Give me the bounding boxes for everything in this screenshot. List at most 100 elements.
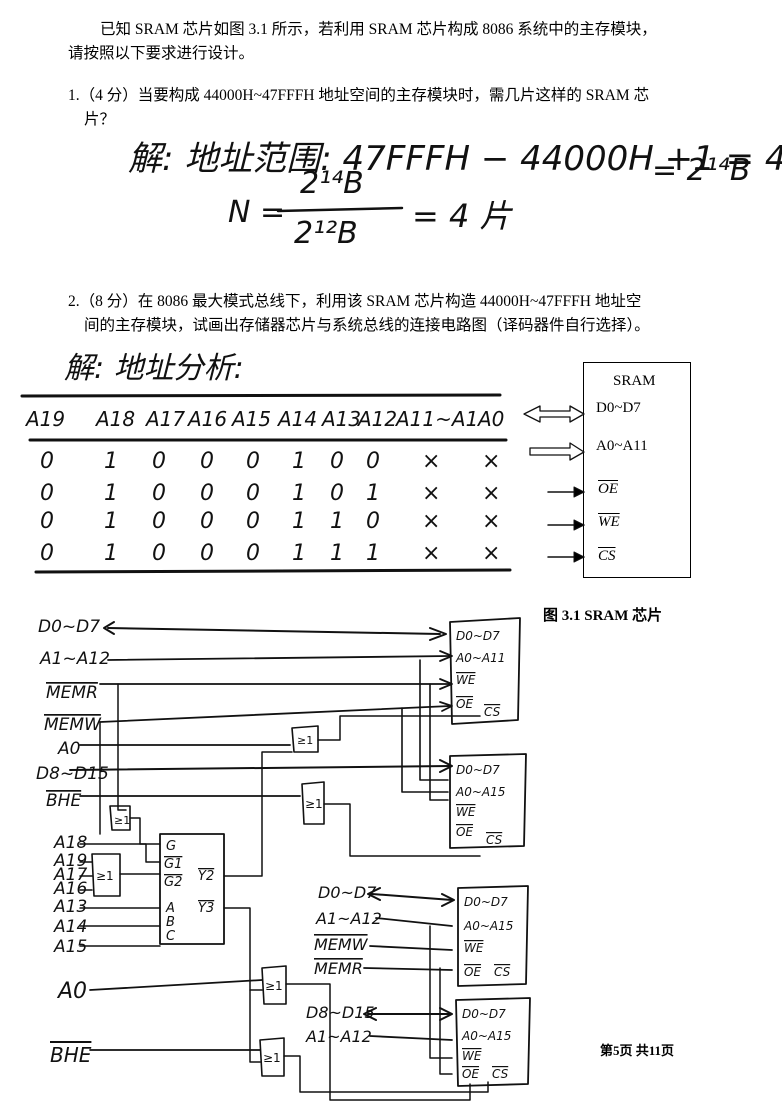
table-cell: ×	[482, 541, 500, 566]
table-cell: 1	[292, 541, 306, 566]
table-cell: 0	[40, 509, 54, 534]
table-header-cell: A17	[144, 407, 185, 431]
chip4-pin-labels: D0~D7 A0~A15 WE OE CS	[461, 1007, 511, 1081]
table-header-cell: A13	[320, 407, 361, 431]
chip3-pin-address: A0~A15	[463, 919, 513, 933]
lower-label-a1-a12-2: A1~A12	[305, 1027, 372, 1046]
decoder-pin-g2: G2	[164, 875, 182, 890]
chip1-pin-labels: D0~D7 A0~A11 WE OE CS	[455, 629, 505, 719]
table-cell: 0	[330, 481, 344, 506]
chip1-pin-cs: CS	[484, 705, 501, 719]
chip2-pin-we: WE	[456, 805, 476, 819]
chip3-pin-we: WE	[464, 941, 484, 955]
chip4-pin-cs: CS	[492, 1067, 509, 1081]
lower-bus-labels: D0~D7 A1~A12 MEMW MEMR D8~D15 A1~A12	[305, 883, 382, 1046]
table-cell: 1	[104, 449, 118, 474]
decoder-pin-y2: Y2	[198, 869, 214, 884]
q2-answer-heading: 解: 地址分析:	[64, 351, 244, 386]
chip4-pin-address: A0~A15	[461, 1029, 511, 1043]
table-cell: 1	[292, 481, 306, 506]
table-cell: 0	[40, 541, 54, 566]
bus-label-memr: MEMR	[46, 683, 98, 703]
table-cell: ×	[422, 541, 440, 566]
or-gate-3-label: ≥1	[297, 734, 313, 747]
decoder-pin-labels: G G1 G2 A B C Y2 Y3	[164, 839, 214, 944]
chip3-data-bus-line	[371, 893, 453, 901]
table-cell: 1	[366, 541, 380, 566]
or-gate-6-label: ≥1	[263, 1051, 281, 1065]
table-cell: 0	[246, 481, 260, 506]
chip3-pin-data: D0~D7	[464, 895, 508, 909]
decoder-pin-b: B	[166, 915, 175, 930]
table-cell: 1	[104, 541, 118, 566]
bus-label-a18: A18	[53, 833, 87, 853]
table-header-cell: A15	[230, 407, 271, 431]
table-cell: 1	[104, 509, 118, 534]
memr-to-gate-line	[117, 683, 127, 811]
memr-tap-line-1	[429, 683, 449, 801]
chip2-pin-data: D0~D7	[456, 763, 500, 777]
chip3-oe-line	[363, 967, 453, 971]
y3-to-gate6-line	[249, 989, 261, 1063]
table-cell: 0	[200, 481, 214, 506]
lower-label-memw: MEMW	[314, 935, 369, 954]
bus-label-memw: MEMW	[44, 715, 102, 735]
table-cell: 1	[330, 541, 344, 566]
or-gate-4-label: ≥1	[305, 797, 323, 811]
d8-d15-bus-line	[69, 765, 451, 771]
table-cell: ×	[422, 509, 440, 534]
decoder-pin-g: G	[166, 839, 176, 854]
gate3-to-chip1-cs-line	[317, 715, 481, 741]
table-cell: 0	[246, 541, 260, 566]
table-cell: 0	[40, 481, 54, 506]
table-bottom-rule	[34, 568, 512, 574]
table-header-cell: A14	[276, 407, 317, 431]
table-cell: ×	[422, 481, 440, 506]
a0-lower-line	[89, 979, 263, 991]
chip3-pin-cs: CS	[494, 965, 511, 979]
table-cell: ×	[482, 509, 500, 534]
bus-label-bhe-lower: BHE	[50, 1043, 92, 1067]
handwriting-layer: 解: 地址范围: 47FFFH − 44000H +1 = 4000H = 2¹…	[20, 139, 782, 1101]
memw-line	[99, 705, 451, 723]
table-cell: 0	[200, 509, 214, 534]
q1-numerator: 2¹⁴B	[300, 166, 364, 201]
exam-page: 已知 SRAM 芯片如图 3.1 所示，若利用 SRAM 芯片构成 8086 系…	[0, 0, 782, 1115]
chip3-we-line	[369, 945, 453, 951]
bus-label-a15: A15	[53, 937, 87, 957]
table-cell: 0	[40, 449, 54, 474]
q1-result: = 4 片	[412, 197, 514, 235]
table-cell: ×	[482, 449, 500, 474]
table-cell: 0	[152, 481, 166, 506]
or-gate-5-label: ≥1	[265, 979, 283, 993]
bus-label-a13: A13	[53, 897, 87, 917]
q1-lhs: N =	[228, 195, 285, 230]
table-cell: 0	[200, 449, 214, 474]
data-bus-bidirectional-arrow-icon	[523, 405, 585, 423]
lower-label-d0-d7: D0~D7	[318, 883, 377, 902]
chip2-pin-cs: CS	[486, 833, 503, 847]
chip2-pin-labels: D0~D7 A0~A15 WE OE CS	[455, 763, 505, 847]
gate-to-decoder-g-line	[129, 817, 161, 845]
or-gate-2-label: ≥1	[96, 869, 114, 883]
chip2-pin-oe: OE	[456, 825, 473, 839]
bus-label-a14: A14	[53, 917, 87, 937]
oe-arrow-icon	[573, 486, 585, 498]
table-header-cell: A19	[24, 407, 65, 431]
bus-label-a16: A16	[53, 879, 87, 899]
table-header-cell: A11~A1	[394, 407, 478, 431]
table-header-cell: A12	[356, 407, 397, 431]
d0-d7-bus-line	[107, 627, 441, 635]
chip1-pin-oe: OE	[456, 697, 473, 711]
a1-a12-bus-line	[107, 655, 451, 661]
chip3-pin-oe: OE	[464, 965, 481, 979]
y2-output-line	[223, 751, 293, 877]
bus-label-a1-a12: A1~A12	[39, 649, 110, 669]
decoder-pin-c: C	[166, 929, 176, 944]
chip4-pin-we: WE	[462, 1049, 482, 1063]
chip1-pin-we: WE	[456, 673, 476, 687]
decoder-pin-y3: Y3	[198, 901, 214, 916]
address-table: A19 A18 A17 A16 A15 A14 A13A12A11~A1 A00 1 0 0 0 1 0 0…	[24, 407, 504, 566]
table-cell: 0	[366, 509, 380, 534]
y3-output-line	[223, 907, 263, 991]
